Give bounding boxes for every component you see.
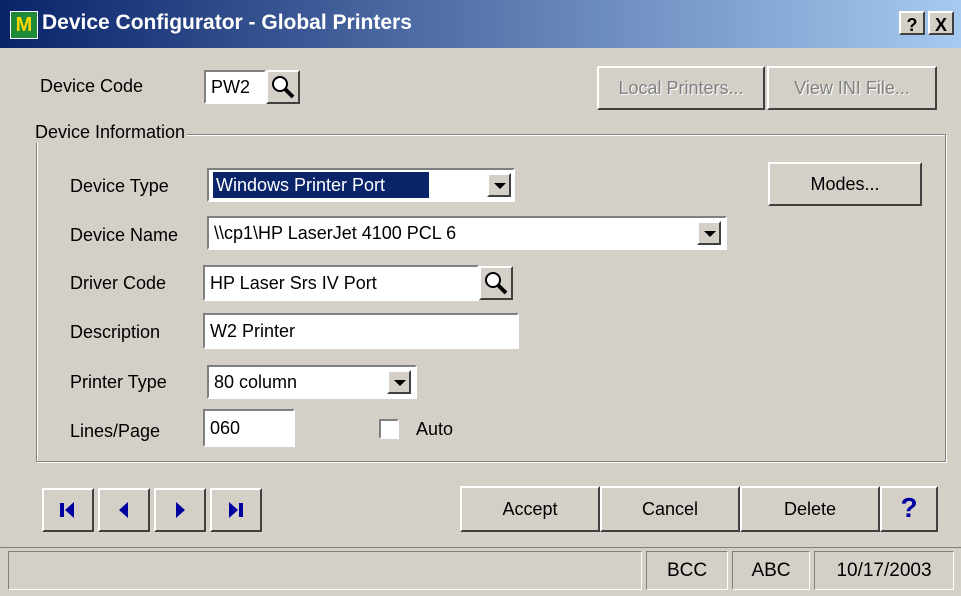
device-code-lookup-button[interactable]: [266, 70, 300, 104]
printer-type-select[interactable]: 80 column: [207, 365, 417, 399]
delete-button[interactable]: Delete: [740, 486, 880, 532]
accept-button[interactable]: Accept: [460, 486, 600, 532]
next-record-button[interactable]: [154, 488, 206, 532]
previous-record-button[interactable]: [98, 488, 150, 532]
device-name-dropdown-arrow-icon[interactable]: [697, 221, 721, 245]
help-button[interactable]: ?: [880, 486, 938, 532]
lines-page-label: Lines/Page: [70, 421, 161, 441]
status-panel-message: [8, 551, 642, 590]
device-code-label: Device Code: [40, 76, 144, 96]
close-button[interactable]: X: [928, 11, 954, 35]
local-printers-button[interactable]: Local Printers...: [597, 66, 765, 110]
auto-checkbox[interactable]: [379, 419, 399, 439]
first-record-button[interactable]: [42, 488, 94, 532]
printer-type-dropdown-arrow-icon[interactable]: [387, 370, 411, 394]
printer-type-label: Printer Type: [70, 372, 167, 392]
status-panel-company: BCC: [646, 551, 728, 590]
next-record-icon: [176, 502, 185, 518]
last-record-icon: [229, 502, 243, 518]
status-bar-divider: [0, 547, 961, 548]
lines-page-input[interactable]: 060: [203, 409, 295, 447]
driver-code-input[interactable]: HP Laser Srs IV Port: [203, 265, 479, 301]
description-label: Description: [70, 322, 161, 342]
device-information-group-title: Device Information: [33, 122, 188, 143]
driver-code-lookup-button[interactable]: [479, 266, 513, 300]
magnifier-icon: [272, 76, 295, 99]
first-record-icon: [60, 502, 74, 518]
app-icon: M: [10, 11, 38, 39]
view-ini-file-button[interactable]: View INI File...: [767, 66, 937, 110]
status-panel-date: 10/17/2003: [814, 551, 954, 590]
auto-checkbox-label: Auto: [416, 419, 454, 439]
device-code-input[interactable]: PW2: [204, 70, 266, 104]
device-name-select[interactable]: \\cp1\HP LaserJet 4100 PCL 6: [207, 216, 727, 250]
device-type-dropdown-arrow-icon[interactable]: [487, 173, 511, 197]
modes-button[interactable]: Modes...: [768, 162, 922, 206]
help-title-button[interactable]: ?: [899, 11, 925, 35]
magnifier-icon: [485, 272, 508, 295]
title-bar[interactable]: M Device Configurator - Global Printers …: [0, 0, 961, 48]
device-type-select[interactable]: Windows Printer Port: [207, 168, 515, 202]
device-type-label: Device Type: [70, 176, 169, 196]
driver-code-label: Driver Code: [70, 273, 167, 293]
last-record-button[interactable]: [210, 488, 262, 532]
cancel-button[interactable]: Cancel: [600, 486, 740, 532]
status-panel-user: ABC: [732, 551, 810, 590]
device-name-label: Device Name: [70, 225, 179, 245]
device-configurator-window: M Device Configurator - Global Printers …: [0, 0, 961, 596]
previous-record-icon: [119, 502, 128, 518]
device-type-selected-value: Windows Printer Port: [213, 172, 430, 198]
window-title: Device Configurator - Global Printers: [42, 11, 412, 34]
description-input[interactable]: W2 Printer: [203, 313, 519, 349]
